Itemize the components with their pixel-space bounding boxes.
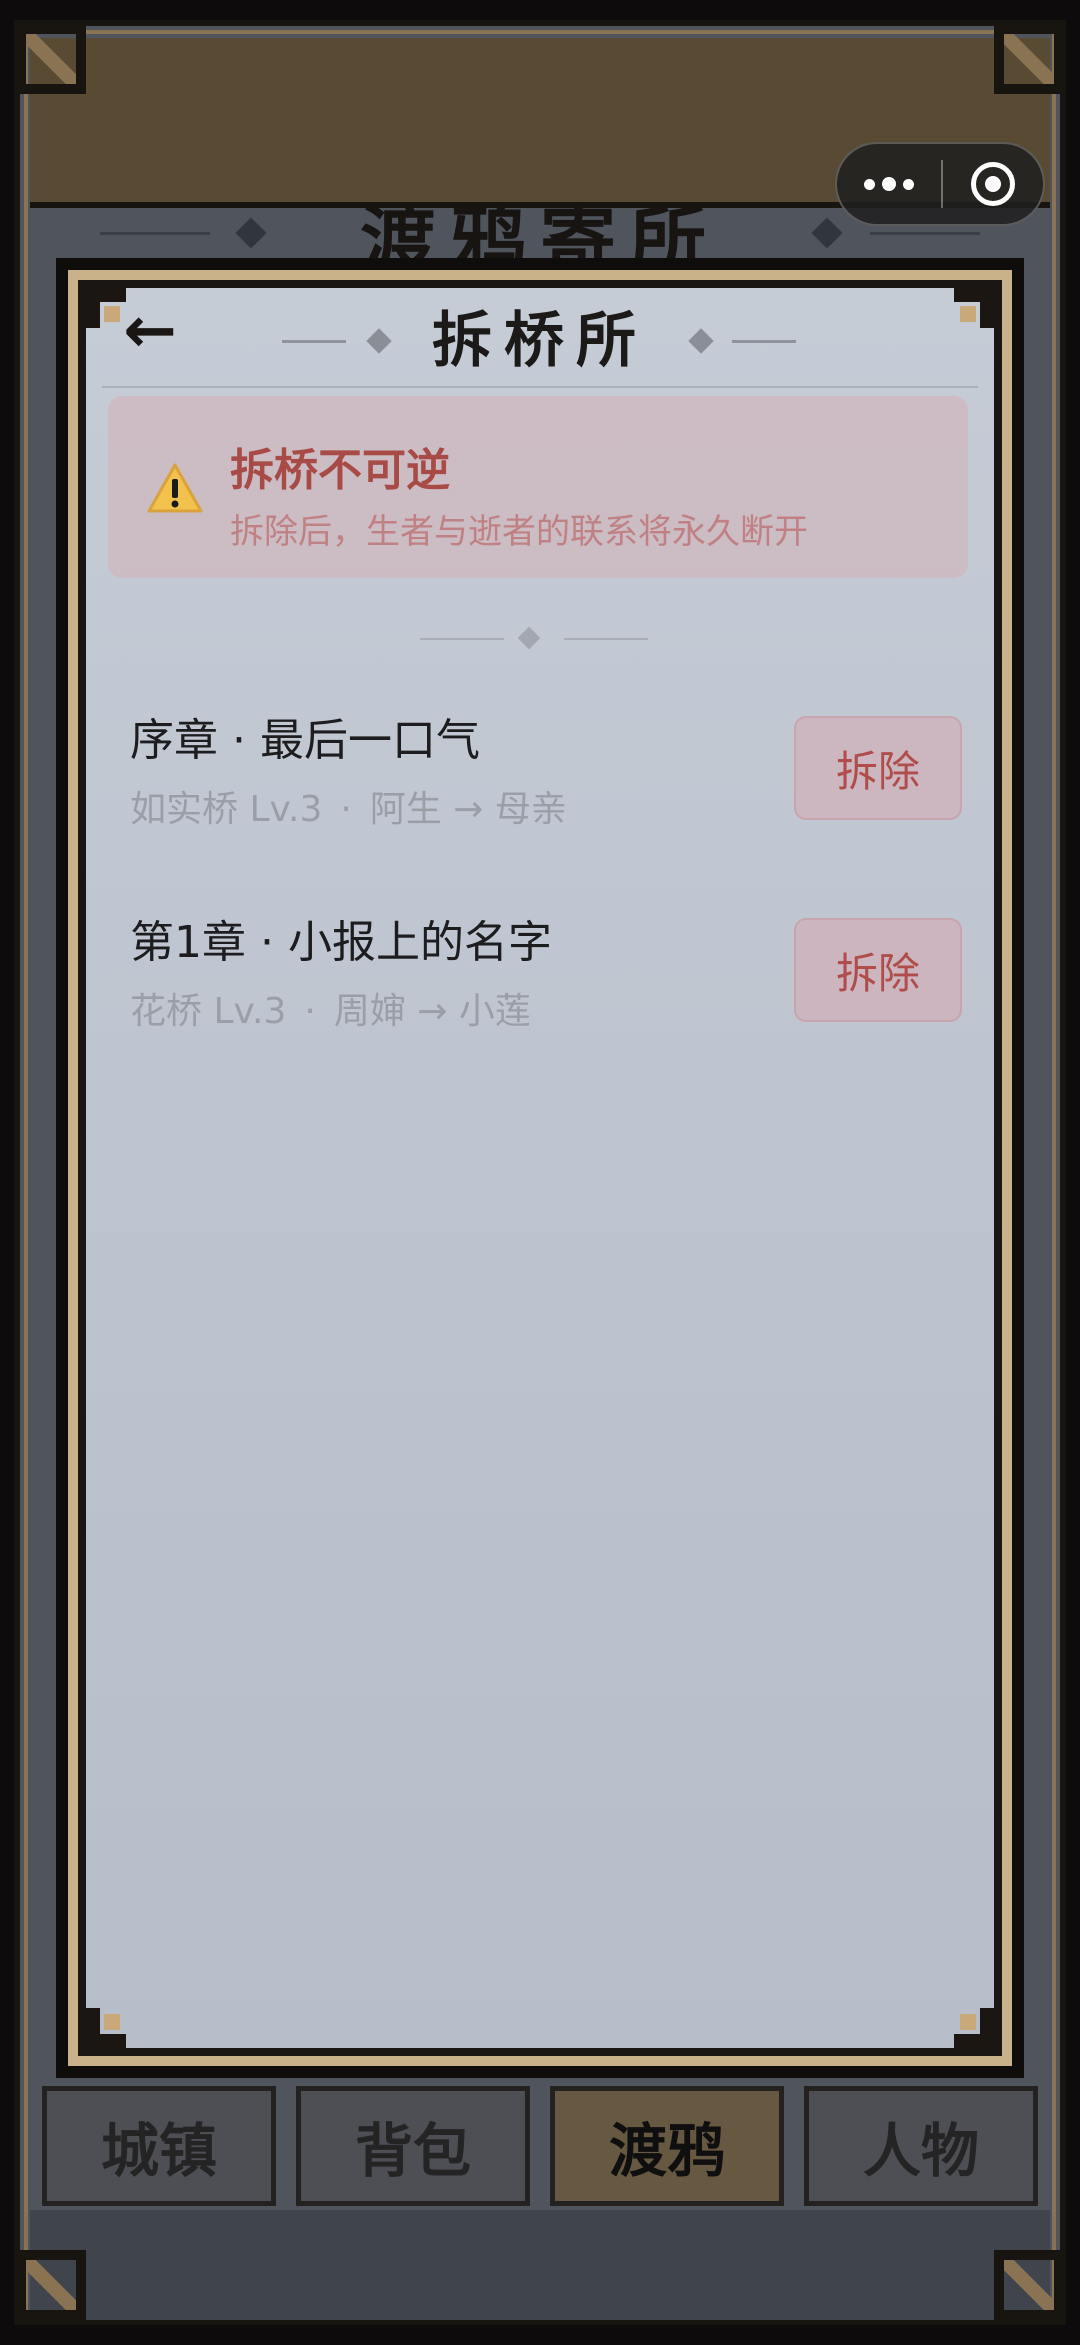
back-arrow-icon[interactable]: ← xyxy=(110,294,190,368)
separator-line xyxy=(564,638,648,640)
title-ornament-line xyxy=(732,340,796,343)
modal-corner-ornament xyxy=(930,1984,994,2048)
modal-title: 拆桥所 xyxy=(432,306,648,376)
bridge-to: 母亲 xyxy=(494,789,567,830)
bridge-chapter: 序章 · 最后一口气 xyxy=(130,715,480,766)
warning-text: 拆除后，生者与逝者的联系将永久断开 xyxy=(230,512,808,552)
target-circle-icon[interactable] xyxy=(943,144,1043,224)
irreversible-warning: 拆桥不可逆 拆除后，生者与逝者的联系将永久断开 xyxy=(108,396,968,578)
more-dots-icon[interactable] xyxy=(837,144,941,224)
demolish-button[interactable]: 拆除 xyxy=(794,716,962,820)
title-divider xyxy=(102,386,978,388)
separator-line xyxy=(420,638,504,640)
miniprogram-capsule xyxy=(835,142,1045,226)
bridge-name: 如实桥 Lv.3 xyxy=(130,789,323,830)
bridge-row: 序章 · 最后一口气 如实桥 Lv.3 · 阿生 → 母亲 拆除 xyxy=(86,704,994,864)
bridge-to: 小莲 xyxy=(458,991,531,1032)
warning-triangle-icon xyxy=(147,463,203,513)
demolish-bridge-modal: ← 拆桥所 拆桥不可逆 拆除后，生者与逝者的联系将永久断开 序章 · 最后一口气… xyxy=(56,258,1024,2078)
bridge-details: 如实桥 Lv.3 · 阿生 → 母亲 xyxy=(130,789,567,830)
bridge-row: 第1章 · 小报上的名字 花桥 Lv.3 · 周婶 → 小莲 拆除 xyxy=(86,906,994,1066)
modal-corner-ornament xyxy=(930,288,994,352)
bridge-from: 周婶 xyxy=(333,991,406,1032)
modal-corner-ornament xyxy=(86,1984,150,2048)
modal-body: ← 拆桥所 拆桥不可逆 拆除后，生者与逝者的联系将永久断开 序章 · 最后一口气… xyxy=(86,288,994,2048)
bridge-arrow: → xyxy=(453,789,484,830)
bridge-arrow: → xyxy=(417,991,448,1032)
separator-diamond xyxy=(517,626,541,650)
bridge-from: 阿生 xyxy=(369,789,442,830)
demolish-button[interactable]: 拆除 xyxy=(794,918,962,1022)
bridge-name: 花桥 Lv.3 xyxy=(130,991,287,1032)
warning-title: 拆桥不可逆 xyxy=(230,445,450,496)
bridge-details: 花桥 Lv.3 · 周婶 → 小莲 xyxy=(130,991,531,1032)
bridge-chapter: 第1章 · 小报上的名字 xyxy=(130,917,552,968)
